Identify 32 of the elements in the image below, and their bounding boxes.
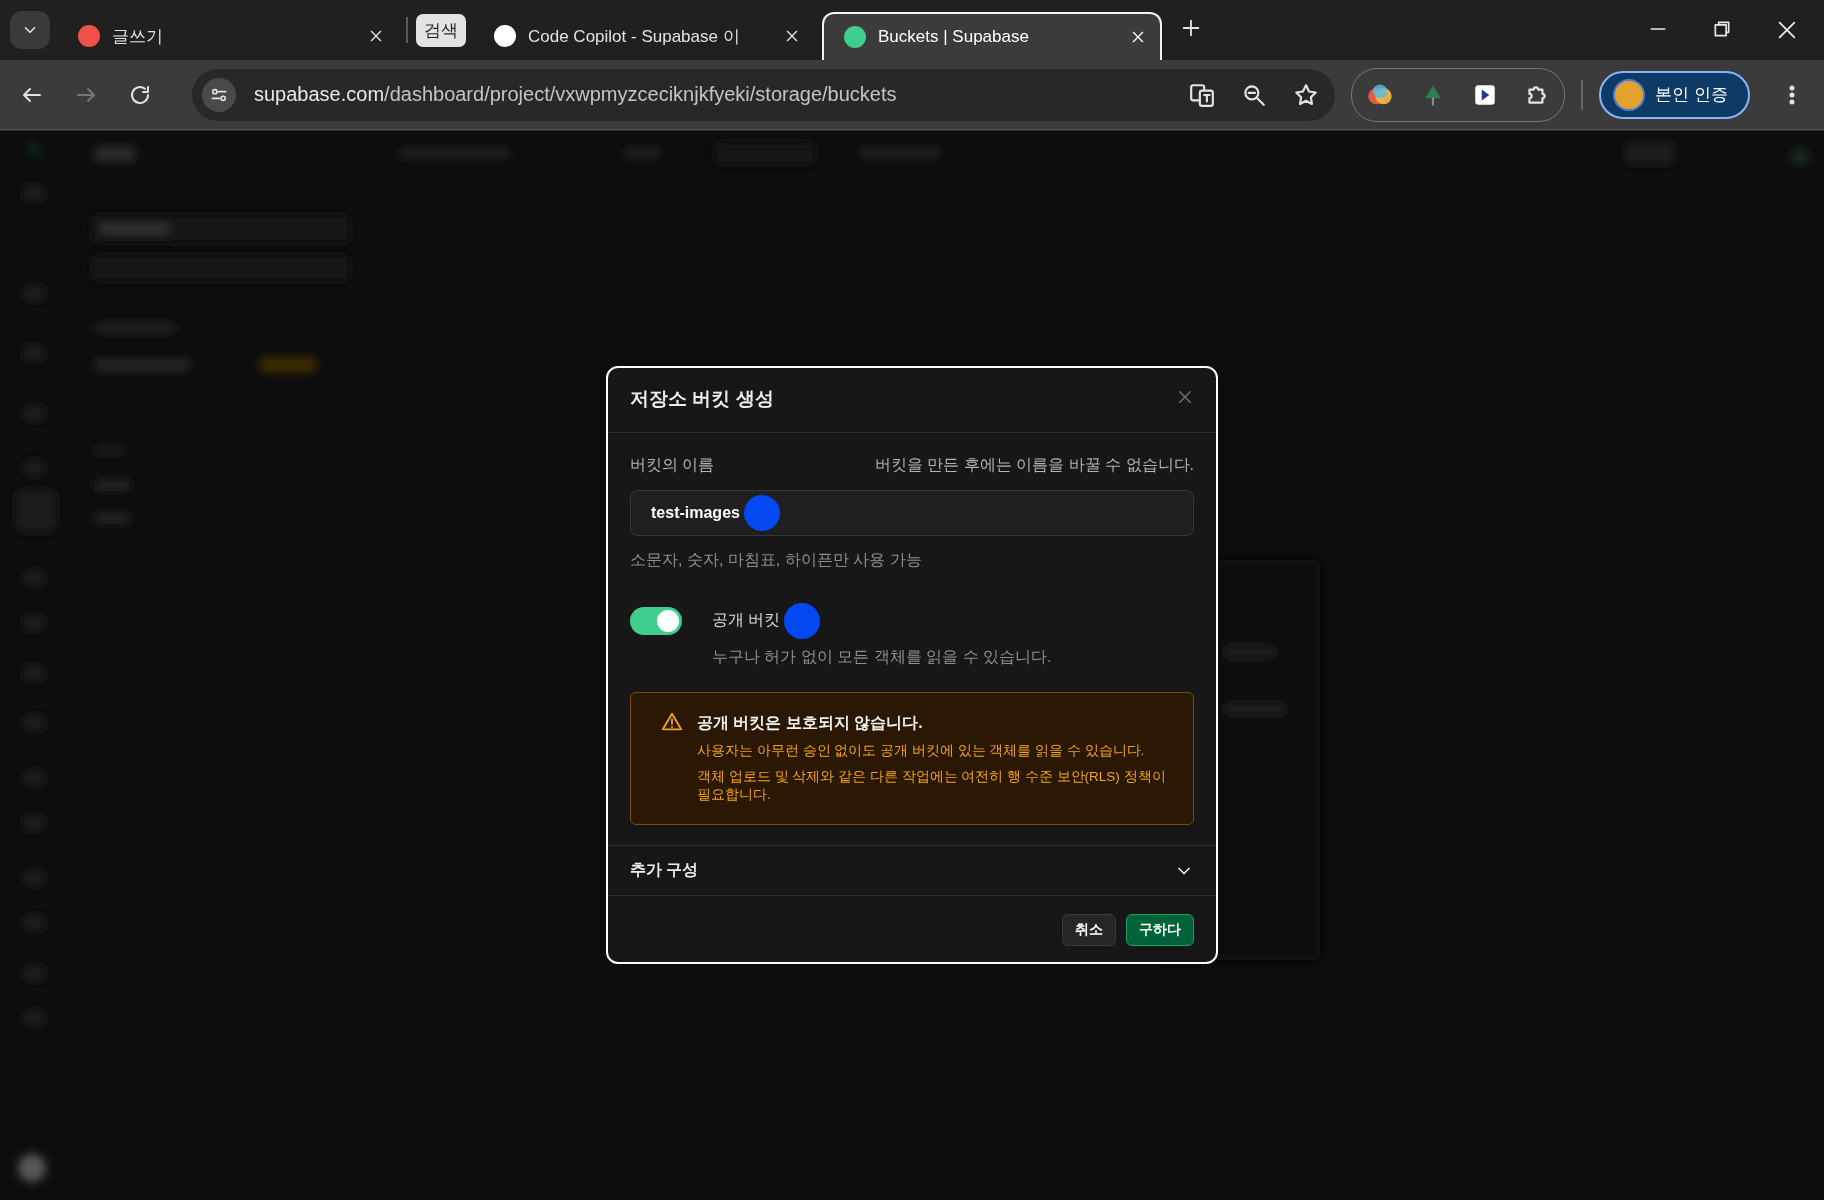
translate-icon[interactable] (1189, 81, 1216, 108)
close-icon[interactable] (1776, 19, 1798, 41)
profile-button[interactable]: 본인 인증 (1599, 70, 1750, 119)
field-help-text: 소문자, 숫자, 마침표, 하이픈만 사용 가능 (630, 549, 923, 570)
new-tab-icon[interactable] (1180, 17, 1202, 39)
browser-tab[interactable]: Buckets | Supabase (822, 12, 1162, 60)
bookmark-star-icon[interactable] (1293, 81, 1320, 108)
marker-dot (784, 602, 821, 639)
close-icon[interactable] (1130, 29, 1146, 45)
url-text: supabase.com/dashboard/project/vxwpmyzceciknjkfyeki/storage/buckets (254, 83, 898, 106)
restore-icon[interactable] (1712, 19, 1732, 39)
toggle-description: 누구나 허가 없이 모든 객체를 읽을 수 있습니다. (712, 646, 1052, 667)
dialog-title: 저장소 버킷 생성 (630, 386, 774, 411)
public-toggle[interactable] (630, 606, 682, 635)
warning-text: 객체 업로드 및 삭제와 같은 다른 작업에는 여전히 행 수준 보안(RLS) 정책이 필요합니다. (697, 767, 1167, 805)
marker-dot (743, 494, 780, 531)
create-button[interactable]: 구하다 (1126, 914, 1194, 947)
toggle-label: 공개 버킷 (712, 610, 781, 631)
close-icon[interactable] (368, 28, 384, 44)
field-label: 버킷의 이름 (630, 454, 715, 475)
browser-tab[interactable]: Code Copilot - Supabase 이 (474, 12, 814, 60)
warning-text: 사용자는 아무런 승인 없이도 공개 버킷에 있는 객체를 읽을 수 있습니다. (697, 741, 1146, 760)
field-note: 버킷을 만든 후에는 이름을 바꿀 수 없습니다. (874, 454, 1194, 475)
additional-config-accordion[interactable]: 추가 구성 (608, 845, 1216, 897)
bucket-name-input[interactable]: test-images (630, 489, 1194, 536)
tab-group-label[interactable]: 검색 (416, 13, 466, 47)
warning-title: 공개 버킷은 보호되지 않습니다. (697, 712, 924, 733)
address-bar[interactable]: supabase.com/dashboard/project/vxwpmyzceciknjkfyeki/storage/buckets (192, 68, 1336, 121)
close-icon[interactable] (784, 28, 800, 44)
warning-icon (661, 710, 683, 733)
browser-tab[interactable]: 글쓰기 (58, 12, 398, 60)
cancel-button[interactable]: 취소 (1062, 914, 1116, 947)
